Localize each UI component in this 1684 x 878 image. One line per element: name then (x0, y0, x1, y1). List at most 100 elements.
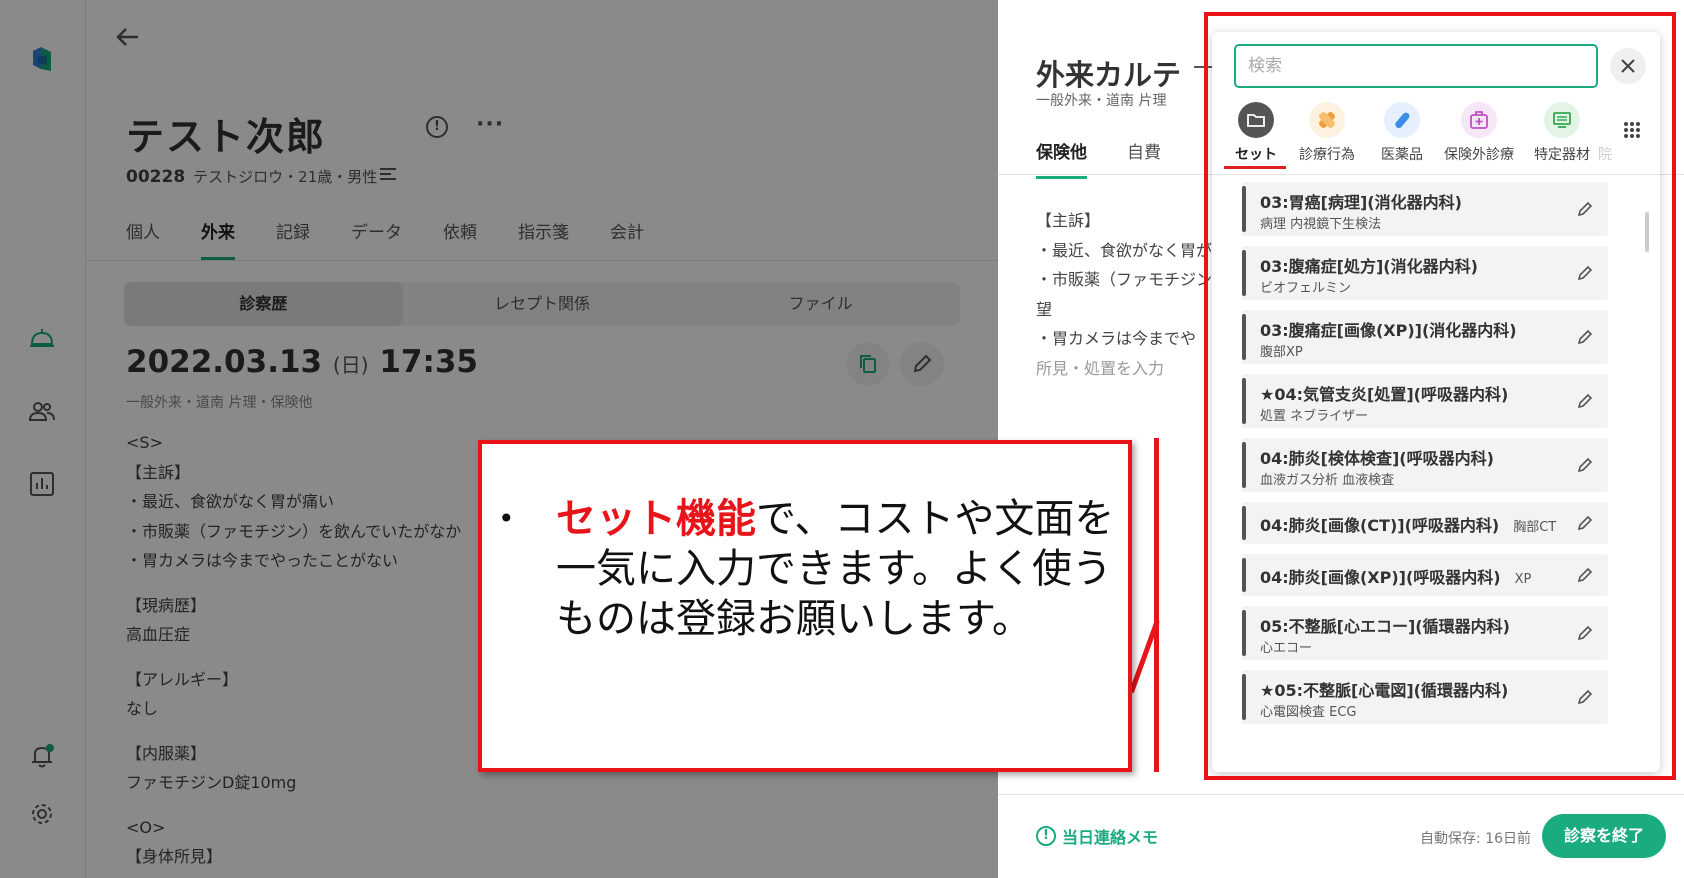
visit-time: 17:35 (379, 344, 479, 380)
karte-note-line: ・胃カメラは今までや (1036, 329, 1197, 348)
category-medicine[interactable]: 医薬品 (1372, 102, 1432, 164)
tab-insurance[interactable]: 保険他 (1036, 138, 1087, 179)
category-procedure[interactable]: 診療行為 (1292, 102, 1362, 164)
grid-menu-icon[interactable] (1620, 118, 1644, 142)
karte-tabs: 保険他 自費 (1036, 138, 1201, 179)
set-title: 04:肺炎[検体検査](呼吸器内科) (1260, 449, 1494, 468)
app-root: テスト次郎 ! ··· 00228 テストジロウ・21歳・男性 個人 外来 記録 … (0, 0, 1684, 878)
set-item[interactable]: 04:肺炎[画像(XP)](呼吸器内科) XP (1242, 554, 1608, 596)
annotation-connector (1154, 438, 1159, 772)
edit-set-pencil-icon[interactable] (1576, 264, 1594, 282)
tab-outpatient[interactable]: 外来 (201, 218, 235, 260)
set-item[interactable]: 04:肺炎[検体検査](呼吸器内科) 血液ガス分析 血液検査 (1242, 438, 1608, 492)
note-line: <O> (126, 817, 166, 837)
category-non-insured[interactable]: 保険外診療 (1438, 102, 1520, 164)
finish-exam-button[interactable]: 診察を終了 (1542, 814, 1666, 858)
karte-notes[interactable]: 【主訴】 ・最近、食欲がなく胃が ・市販薬（ファモチジン 望 ・胃カメラは今まで… (1036, 206, 1212, 383)
patient-info: テストジロウ・21歳・男性 (193, 168, 378, 186)
category-label: 特定器材 (1534, 147, 1590, 163)
set-title: 03:胃癌[病理](消化器内科) (1260, 193, 1462, 212)
pencil-icon (913, 354, 932, 373)
scrollbar-thumb[interactable] (1645, 212, 1649, 252)
set-title: 03:腹痛症[処方](消化器内科) (1260, 257, 1478, 276)
close-button[interactable] (1610, 48, 1646, 84)
subtab-receipt[interactable]: レセプト関係 (403, 282, 682, 326)
set-title: ★05:不整脈[心電図](循環器内科) (1260, 681, 1509, 700)
patients-icon[interactable] (24, 394, 60, 430)
bandage-icon (1309, 102, 1345, 138)
callout-highlight: セット機能 (556, 496, 756, 542)
set-item[interactable]: 03:腹痛症[画像(XP)](消化器内科) 腹部XP (1242, 310, 1608, 364)
category-more[interactable]: 院 (1598, 102, 1612, 164)
app-logo[interactable] (24, 40, 60, 76)
note-line: ファモチジンD錠10mg (126, 773, 297, 792)
patient-alert-icon[interactable]: ! (426, 116, 448, 138)
category-materials[interactable]: 特定器材 (1526, 102, 1598, 164)
patient-detail-menu-icon[interactable] (380, 168, 396, 180)
autosave-status: 自動保存: 16日前 (1420, 831, 1531, 847)
karte-title: 外来カルテ (1036, 58, 1182, 92)
back-arrow-icon[interactable] (112, 22, 142, 52)
category-label: 保険外診療 (1444, 147, 1514, 163)
set-item[interactable]: 05:不整脈[心エコー](循環器内科) 心エコー (1242, 606, 1608, 660)
visit-subinfo: 一般外来・道南 片理・保険他 (126, 395, 313, 411)
search-input[interactable] (1234, 44, 1598, 88)
sidebar (0, 0, 86, 878)
annotation-callout: • セット機能で、コストや文面を一気に入力できます。よく使うものは登録お願いしま… (478, 440, 1132, 772)
set-inline-subtitle: XP (1514, 572, 1532, 587)
edit-set-pencil-icon[interactable] (1576, 514, 1594, 532)
more-options-icon[interactable]: ··· (476, 112, 504, 137)
edit-set-pencil-icon[interactable] (1576, 200, 1594, 218)
daily-memo-link[interactable]: ! 当日連絡メモ (1036, 824, 1158, 848)
set-subtitle: 腹部XP (1260, 345, 1303, 360)
edit-button[interactable] (900, 342, 944, 386)
subtab-files[interactable]: ファイル (681, 282, 960, 326)
karte-note-line: 望 (1036, 299, 1053, 319)
tab-data[interactable]: データ (351, 218, 402, 260)
report-chart-icon[interactable] (24, 466, 60, 502)
edit-set-pencil-icon[interactable] (1576, 566, 1594, 584)
karte-subtitle: 一般外来・道南 片理 (1036, 93, 1167, 109)
subtab-visit-history[interactable]: 診察歴 (124, 282, 403, 326)
category-tabs: セット 診療行為 医薬品 保険外診療 特定器材 院 (1212, 102, 1660, 174)
patient-id-line: 00228 テストジロウ・21歳・男性 (126, 166, 377, 187)
edit-set-pencil-icon[interactable] (1576, 328, 1594, 346)
category-divider (1212, 174, 1660, 175)
set-subtitle: 処置 ネブライザー (1260, 409, 1369, 424)
visit-datetime: 2022.03.13 (日) 17:35 (126, 344, 478, 380)
set-item[interactable]: 03:腹痛症[処方](消化器内科) ビオフェルミン (1242, 246, 1608, 300)
edit-set-pencil-icon[interactable] (1576, 392, 1594, 410)
findings-input[interactable]: 所見・処置を入力 (1036, 354, 1212, 384)
tab-billing[interactable]: 会計 (610, 218, 644, 260)
copy-button[interactable] (846, 342, 890, 386)
tab-personal[interactable]: 個人 (126, 218, 160, 260)
tab-records[interactable]: 記録 (276, 218, 310, 260)
karte-note-line: 【主訴】 (1036, 211, 1101, 230)
tab-self-pay[interactable]: 自費 (1127, 138, 1161, 179)
notification-icon[interactable] (24, 738, 60, 774)
set-subtitle: 心電図検査 ECG (1260, 705, 1357, 720)
tab-requests[interactable]: 依頼 (443, 218, 477, 260)
set-subtitle: 心エコー (1260, 641, 1313, 656)
karte-note-line: ・市販薬（ファモチジン (1036, 270, 1213, 289)
edit-set-pencil-icon[interactable] (1576, 688, 1594, 706)
category-label: 診療行為 (1299, 147, 1355, 163)
set-item[interactable]: ★04:気管支炎[処置](呼吸器内科) 処置 ネブライザー (1242, 374, 1608, 428)
set-item[interactable]: ★05:不整脈[心電図](循環器内科) 心電図検査 ECG (1242, 670, 1608, 724)
set-subtitle: 病理 内視鏡下生検法 (1260, 217, 1382, 232)
history-subtabs: 診察歴 レセプト関係 ファイル (124, 282, 960, 326)
set-item[interactable]: 03:胃癌[病理](消化器内科) 病理 内視鏡下生検法 (1242, 182, 1608, 236)
set-item[interactable]: 04:肺炎[画像(CT)](呼吸器内科) 胸部CT (1242, 502, 1608, 544)
settings-gear-icon[interactable] (24, 796, 60, 832)
memo-alert-icon: ! (1036, 826, 1056, 846)
edit-set-pencil-icon[interactable] (1576, 624, 1594, 642)
category-set[interactable]: セット (1226, 102, 1286, 164)
set-title: 05:不整脈[心エコー](循環器内科) (1260, 617, 1510, 636)
set-list: 03:胃癌[病理](消化器内科) 病理 内視鏡下生検法 03:腹痛症[処方](消… (1242, 182, 1608, 734)
edit-set-pencil-icon[interactable] (1576, 456, 1594, 474)
tab-instructions[interactable]: 指示箋 (518, 218, 569, 260)
reception-bell-icon[interactable] (24, 320, 60, 356)
note-line: 【身体所見】 (126, 847, 223, 866)
minimize-icon[interactable] (1194, 66, 1212, 68)
set-title: 03:腹痛症[画像(XP)](消化器内科) (1260, 321, 1517, 340)
